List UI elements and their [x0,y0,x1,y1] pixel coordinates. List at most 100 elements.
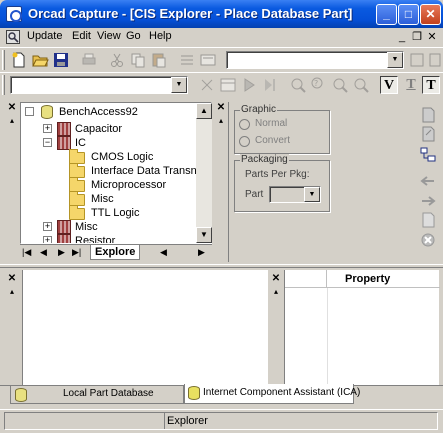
property-name-column [285,270,327,288]
scroll-left-icon[interactable]: ◀ [160,247,167,258]
library-icon [57,136,71,150]
scroll-right-icon[interactable]: ▶ [198,247,205,258]
grid-icon[interactable] [428,51,442,69]
maximize-button[interactable]: □ [398,4,419,25]
expand-icon[interactable]: + [43,222,52,231]
tree-vscroll[interactable]: ▲ ▼ [196,103,212,243]
svg-text:?: ? [314,79,318,88]
library-icon [57,220,71,234]
save-icon[interactable] [52,51,70,69]
place-part-icon[interactable] [198,76,216,94]
collapse-icon[interactable]: − [43,138,52,147]
pin-icon[interactable]: ▴ [272,287,280,297]
prev-tab-icon[interactable]: ◀ [40,247,47,258]
close-button[interactable]: ✕ [420,4,441,25]
arrow-right-icon[interactable] [419,192,437,210]
app-icon[interactable] [6,6,22,22]
mdi-restore-button[interactable]: ❐ [410,31,424,44]
tree-root-label: BenchAccess92 [59,106,138,118]
pin-icon[interactable]: ▴ [8,116,16,126]
list-icon[interactable] [178,51,196,69]
properties-icon[interactable] [199,51,217,69]
scroll-up-icon[interactable]: ▲ [196,103,212,119]
close-icon[interactable]: ✕ [7,274,17,284]
last-tab-icon[interactable]: ▶| [72,247,81,258]
packaging-group-label: Packaging [240,154,289,165]
search-db-icon[interactable] [352,76,370,94]
part-select[interactable]: ▼ [269,186,321,203]
copy-icon[interactable] [129,51,147,69]
cut-icon[interactable] [108,51,126,69]
paste-icon[interactable] [150,51,168,69]
arrow-left-icon[interactable] [419,172,437,190]
property-header-row: Property [285,270,440,288]
tab-local-part-database[interactable]: Local Part Database [10,386,184,404]
globe-icon [188,386,200,400]
minimize-button[interactable]: _ [376,4,397,25]
toolbar-grip[interactable] [2,75,5,95]
zoom-icon[interactable] [408,51,426,69]
mdi-close-button[interactable]: ✕ [425,31,439,44]
part-tree: BenchAccess92 + Capacitor − IC CMOS Logi… [20,102,212,244]
database-icon [41,105,53,119]
collapse-icon[interactable] [25,107,34,116]
step-icon[interactable] [261,76,279,94]
explorer-panel: ✕ ▴ BenchAccess92 + Capacitor − IC CMOS … [6,102,212,262]
title-bar: Orcad Capture - [CIS Explorer - Place Da… [0,0,443,28]
v-toggle-icon[interactable]: V [380,76,398,94]
chevron-down-icon[interactable]: ▼ [387,52,403,68]
search-icon[interactable] [331,76,349,94]
status-bar: Explorer [0,409,443,433]
scroll-down-icon[interactable]: ▼ [196,227,212,243]
radio-convert[interactable] [239,136,250,147]
t-toggle-icon[interactable]: T [422,76,440,94]
print-icon[interactable] [80,51,98,69]
property-panel: ✕ ▴ Property [270,270,443,385]
document-edit-icon[interactable] [419,125,437,143]
first-tab-icon[interactable]: |◀ [22,247,31,258]
expand-icon[interactable]: + [43,124,52,133]
document-add-icon[interactable] [419,106,437,124]
tab-explore[interactable]: Explore [90,245,141,260]
library-icon [57,234,71,243]
chevron-down-icon[interactable]: ▼ [304,187,320,202]
parts-list[interactable] [22,270,268,385]
menu-help[interactable]: Help [149,30,172,42]
hierarchy-icon[interactable] [419,146,437,164]
bottom-tab-strip: Local Part Database Internet Component A… [0,384,443,407]
toolbar-grip[interactable] [2,50,5,70]
part-name-combo[interactable]: ▼ [226,51,404,69]
filter-combo[interactable]: ▼ [10,76,188,94]
tab-internet-component-assistant[interactable]: Internet Component Assistant (ICA) [184,384,360,404]
column-divider [327,288,328,385]
close-icon[interactable]: ✕ [271,274,281,284]
tree-tab-strip: |◀ ◀ ▶ ▶| Explore ◀ ▶ [20,244,212,260]
document-icon[interactable] [419,211,437,229]
menu-go[interactable]: Go [126,30,141,42]
document-icon[interactable] [6,30,20,44]
next-tab-icon[interactable]: ▶ [58,247,65,258]
menu-view[interactable]: View [97,30,121,42]
tree-item-label: TTL Logic [91,207,140,219]
pin-icon[interactable]: ▴ [8,287,16,297]
parts-list-panel: ✕ ▴ [6,270,268,385]
splitter[interactable] [0,264,443,268]
chevron-down-icon[interactable]: ▼ [171,77,187,93]
t-underline-icon[interactable]: T [402,76,420,94]
open-folder-icon[interactable] [31,51,49,69]
pin-icon[interactable]: ▴ [217,116,225,126]
menu-edit[interactable]: Edit [72,30,91,42]
help-query-icon[interactable]: ? [310,76,328,94]
table-icon[interactable] [219,76,237,94]
menu-update[interactable]: Update [27,30,62,42]
cancel-icon[interactable] [419,231,437,249]
close-icon[interactable]: ✕ [7,103,17,113]
close-icon[interactable]: ✕ [216,103,226,113]
radio-normal[interactable] [239,119,250,130]
query-icon[interactable] [289,76,307,94]
new-file-icon[interactable] [10,51,28,69]
mdi-minimize-button[interactable]: _ [395,31,409,44]
expand-icon[interactable]: + [43,236,52,243]
window-title: Orcad Capture - [CIS Explorer - Place Da… [28,6,353,21]
play-icon[interactable] [240,76,258,94]
